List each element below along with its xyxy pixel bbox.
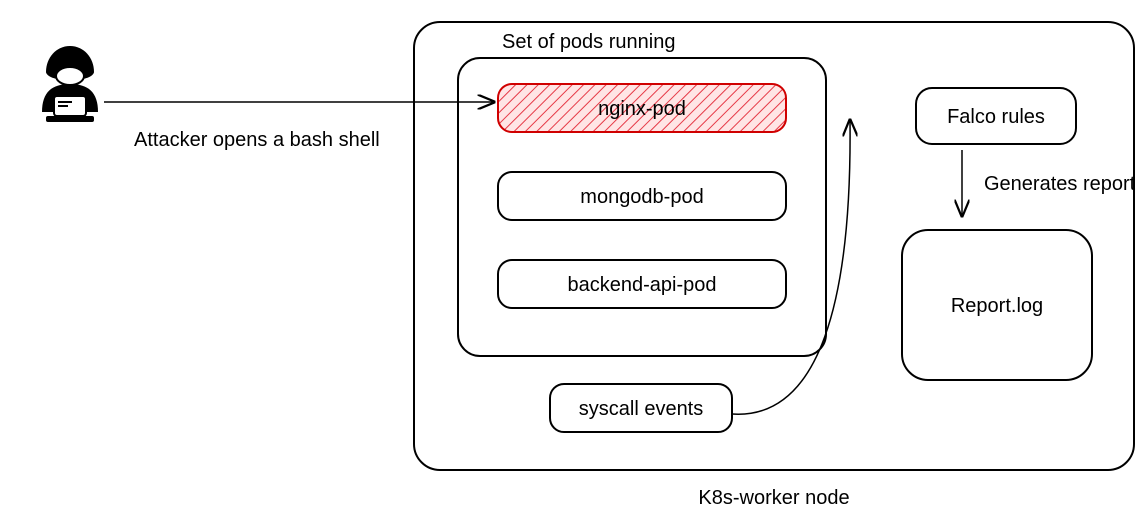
pod-backend-api: backend-api-pod: [498, 260, 786, 308]
attacker-label: Attacker opens a bash shell: [134, 129, 380, 151]
generates-label: Generates report: [984, 173, 1136, 195]
syscall-events-label: syscall events: [579, 398, 704, 420]
report-log-label: Report.log: [951, 295, 1043, 317]
falco-rules-label: Falco rules: [947, 106, 1045, 128]
attacker-icon: [42, 46, 98, 122]
pod-mongodb: mongodb-pod: [498, 172, 786, 220]
syscall-arrow: [732, 120, 850, 414]
pod-backend-api-label: backend-api-pod: [568, 274, 717, 296]
report-log-box: Report.log: [902, 230, 1092, 380]
pod-mongodb-label: mongodb-pod: [580, 186, 703, 208]
falco-rules-box: Falco rules: [916, 88, 1076, 144]
syscall-events-box: syscall events: [550, 384, 732, 432]
pod-nginx: nginx-pod: [498, 84, 786, 132]
worker-node-label: K8s-worker node: [698, 487, 849, 509]
pod-nginx-label: nginx-pod: [598, 98, 686, 120]
pods-title: Set of pods running: [502, 31, 675, 53]
